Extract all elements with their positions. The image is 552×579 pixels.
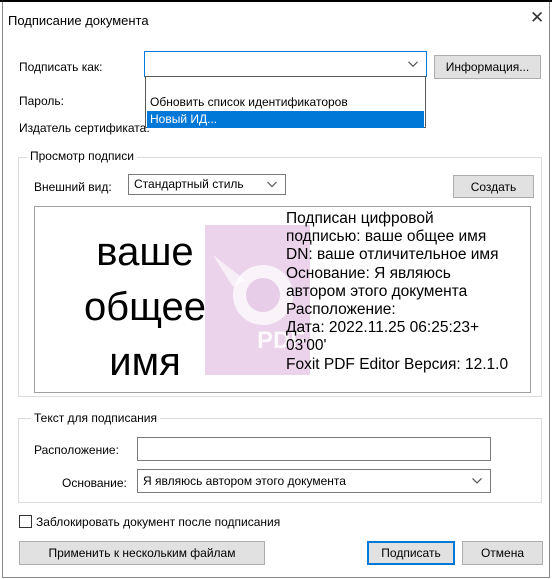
detail-line: DN: ваше отличительное имя [286,246,499,264]
sign-button[interactable]: Подписать [367,541,455,565]
detail-line: Основание: Я являюсь [286,264,451,282]
chevron-down-icon [472,469,482,491]
name-line: общее [83,285,207,329]
sign-as-combo[interactable] [144,51,427,77]
create-button[interactable]: Создать [453,175,534,198]
lock-document-checkbox[interactable] [19,515,32,528]
close-icon[interactable]: ✕ [530,8,544,28]
dialog-title: Подписание документа [8,13,149,28]
cancel-button[interactable]: Отмена [462,541,543,565]
detail-line: подписью: ваше общее имя [286,228,487,246]
dropdown-item-refresh[interactable]: Обновить список идентификаторов [147,94,424,111]
preview-group-legend: Просмотр подписи [27,149,137,163]
detail-line: Подписан цифровой [286,210,434,227]
reason-label: Основание: [62,476,127,490]
detail-line: Foxit PDF Editor Версия: 12.1.0 [286,355,509,373]
appearance-label: Внешний вид: [34,180,112,194]
detail-line: Расположение: [286,301,396,319]
name-line: имя [109,340,181,384]
location-label: Расположение: [34,443,119,457]
lock-document-label: Заблокировать документ после подписания [36,515,281,529]
chevron-down-icon [267,174,277,193]
issuer-label: Издатель сертификата: [19,121,150,135]
detail-line: Дата: 2022.11.25 06:25:23+ [286,319,480,337]
detail-line: 03'00' [286,337,327,355]
signature-preview: PDF ваше общее имя Подписан цифровой под… [34,206,531,393]
reason-value: Я являюсь автором этого документа [143,474,346,488]
signer-name-large: ваше общее имя [55,225,235,390]
location-input[interactable] [137,437,491,461]
dropdown-item-new-id[interactable]: Новый ИД... [147,111,424,128]
signing-text-legend: Текст для подписания [31,411,160,425]
sign-as-label: Подписать как: [19,60,103,74]
chevron-down-icon [408,56,418,70]
apply-multiple-files-button[interactable]: Применить к нескольким файлам [19,541,265,565]
name-line: ваше [96,230,194,274]
sign-as-dropdown-list: Обновить список идентификаторов Новый ИД… [145,76,426,128]
signature-details: Подписан цифровой подписью: ваше общее и… [286,210,530,374]
info-button[interactable]: Информация... [434,55,541,79]
password-label: Пароль: [19,94,64,108]
reason-select[interactable]: Я являюсь автором этого документа [137,469,491,493]
appearance-select[interactable]: Стандартный стиль [128,174,286,195]
detail-line: автором этого документа [286,282,468,300]
appearance-value: Стандартный стиль [134,177,244,191]
